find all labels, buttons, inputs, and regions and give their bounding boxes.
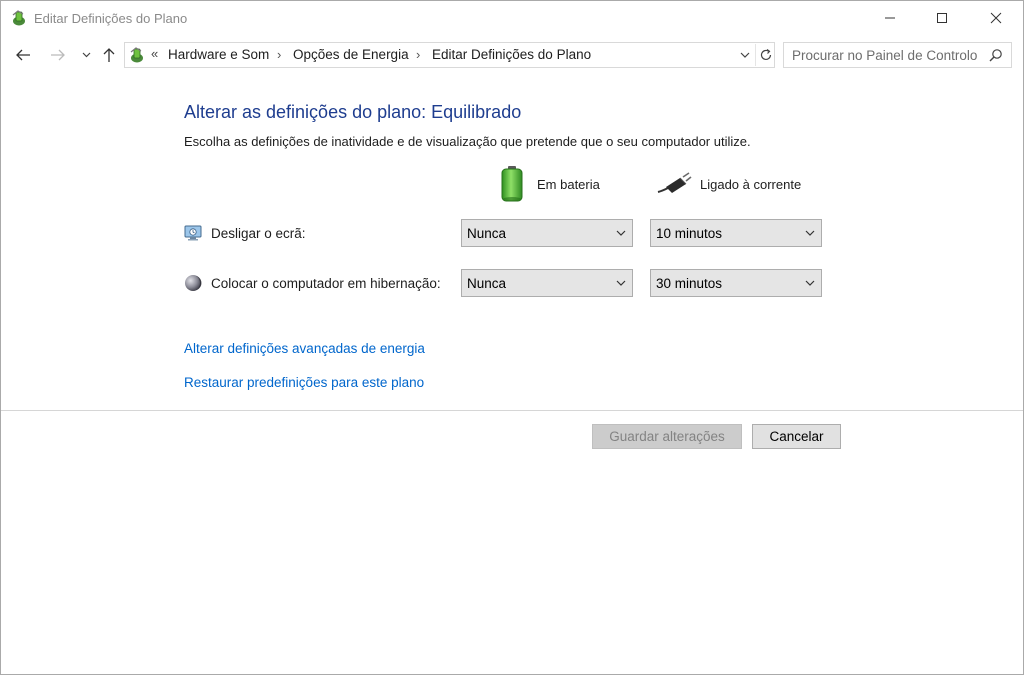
close-icon (990, 12, 1002, 24)
select-value: Nunca (467, 226, 507, 241)
select-value: Nunca (467, 276, 507, 291)
breadcrumb-hardware-and-sound[interactable]: Hardware e Som (168, 47, 269, 62)
control-panel-window: Editar Definições do Plano « Hardware e … (0, 0, 1024, 675)
refresh-button[interactable] (755, 44, 775, 66)
cancel-button[interactable]: Cancelar (752, 424, 841, 449)
up-button[interactable] (98, 43, 120, 67)
hibernate-label: Colocar o computador em hibernação: (211, 276, 441, 291)
save-changes-button[interactable]: Guardar alterações (592, 424, 742, 449)
breadcrumb-overflow[interactable]: « (151, 46, 158, 61)
breadcrumb-separator-icon[interactable]: › (416, 47, 420, 62)
turn-off-display-label: Desligar o ecrã: (211, 226, 306, 241)
minimize-button[interactable] (867, 1, 913, 35)
maximize-button[interactable] (919, 1, 965, 35)
turn-off-display-battery-select[interactable]: Nunca (461, 219, 633, 247)
hibernate-plugged-select[interactable]: 30 minutos (650, 269, 822, 297)
maximize-icon (937, 13, 947, 23)
chevron-down-icon (82, 52, 90, 58)
advanced-power-settings-link[interactable]: Alterar definições avançadas de energia (184, 341, 425, 356)
hibernate-battery-select[interactable]: Nunca (461, 269, 633, 297)
power-options-icon (12, 10, 25, 26)
turn-off-display-plugged-select[interactable]: 10 minutos (650, 219, 822, 247)
forward-arrow-icon (51, 49, 65, 61)
battery-icon (501, 166, 523, 202)
forward-button[interactable] (45, 43, 71, 67)
window-title: Editar Definições do Plano (34, 11, 188, 26)
minimize-icon (885, 17, 895, 19)
power-plug-icon (657, 172, 692, 193)
back-arrow-icon (16, 49, 30, 61)
search-input[interactable] (783, 42, 1012, 68)
address-history-button[interactable] (736, 44, 754, 66)
recent-locations-button[interactable] (77, 43, 95, 67)
breadcrumb-power-options[interactable]: Opções de Energia (293, 47, 409, 62)
back-button[interactable] (10, 43, 36, 67)
chevron-down-icon (805, 230, 815, 236)
close-button[interactable] (973, 1, 1019, 35)
chevron-down-icon (805, 280, 815, 286)
control-panel-icon (130, 47, 143, 63)
search-icon[interactable] (989, 48, 1003, 62)
battery-column-label: Em bateria (537, 177, 600, 192)
chevron-down-icon (616, 230, 626, 236)
page-title: Alterar as definições do plano: Equilibr… (184, 102, 522, 122)
breadcrumb-edit-plan-settings[interactable]: Editar Definições do Plano (432, 47, 591, 62)
restore-defaults-link[interactable]: Restaurar predefinições para este plano (184, 375, 424, 390)
plugged-in-column-label: Ligado à corrente (700, 177, 802, 192)
chevron-down-icon (740, 52, 750, 58)
navigation-bar: « Hardware e Som › Opções de Energia › E… (1, 39, 1023, 71)
title-bar: Editar Definições do Plano (1, 1, 1023, 35)
display-off-icon (184, 225, 202, 241)
up-arrow-icon (103, 48, 115, 62)
select-value: 30 minutos (656, 276, 723, 291)
select-value: 10 minutos (656, 226, 723, 241)
divider (1, 410, 1023, 411)
moon-icon (185, 275, 202, 291)
breadcrumb-separator-icon[interactable]: › (277, 47, 281, 62)
page-description: Escolha as definições de inatividade e d… (184, 134, 751, 149)
chevron-down-icon (616, 280, 626, 286)
refresh-icon (760, 49, 771, 61)
address-bar[interactable]: « Hardware e Som › Opções de Energia › E… (124, 42, 775, 68)
